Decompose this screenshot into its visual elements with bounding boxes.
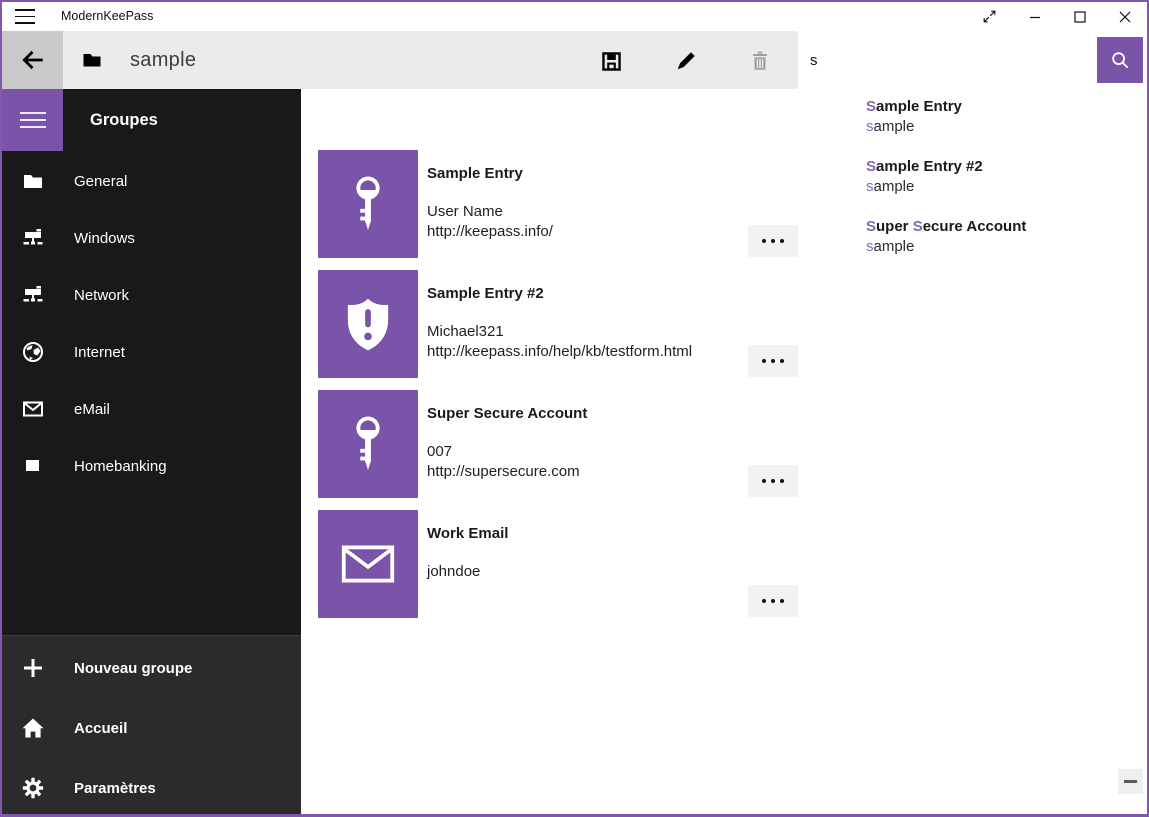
entry-title: Sample Entry #2 bbox=[427, 284, 544, 304]
gear-icon bbox=[22, 777, 44, 799]
nav-hamburger-button[interactable] bbox=[2, 89, 63, 151]
plus-icon bbox=[22, 657, 44, 679]
entry-url: http://keepass.info/help/kb/testform.htm… bbox=[427, 342, 692, 362]
entry-username: 007 bbox=[427, 442, 580, 462]
mail-icon bbox=[341, 545, 395, 583]
suggestion-item[interactable]: Sample Entry #2 sample bbox=[866, 157, 1138, 197]
sidebar-item-email[interactable]: eMail bbox=[2, 389, 301, 429]
ellipsis-icon bbox=[762, 239, 766, 243]
home-icon bbox=[22, 717, 44, 739]
window-controls bbox=[967, 2, 1147, 31]
sidebar-item-windows[interactable]: Windows bbox=[2, 218, 301, 258]
entry-tile bbox=[318, 510, 418, 618]
entry-username: User Name bbox=[427, 202, 553, 222]
entry-url: http://keepass.info/ bbox=[427, 222, 553, 242]
edit-button[interactable] bbox=[673, 48, 699, 74]
sidebar-item-home[interactable]: Accueil bbox=[2, 708, 301, 748]
database-title: sample bbox=[130, 31, 196, 89]
delete-button[interactable] bbox=[747, 48, 773, 74]
sidebar-footer: Nouveau groupe Accueil Paramètres bbox=[2, 635, 301, 814]
app-bar: sample bbox=[2, 31, 798, 89]
minimize-icon bbox=[1029, 11, 1041, 23]
entry-row[interactable]: Work Email johndoe bbox=[318, 510, 798, 618]
fullscreen-icon bbox=[981, 8, 998, 25]
save-button[interactable] bbox=[598, 48, 624, 74]
entry-row[interactable]: Sample Entry User Name http://keepass.in… bbox=[318, 150, 798, 258]
mail-icon bbox=[22, 398, 44, 420]
search-input[interactable] bbox=[798, 37, 1097, 83]
search-suggestions: Sample Entry sample Sample Entry #2 samp… bbox=[866, 97, 1138, 277]
app-title: ModernKeePass bbox=[61, 2, 153, 31]
network-computer-icon bbox=[22, 227, 44, 249]
sidebar-item-homebanking[interactable]: Homebanking bbox=[2, 446, 301, 486]
entry-title: Super Secure Account bbox=[427, 404, 587, 424]
title-bar: ModernKeePass bbox=[2, 2, 1147, 31]
minimize-button[interactable] bbox=[1012, 2, 1057, 31]
ellipsis-icon bbox=[762, 599, 766, 603]
network-computer-icon bbox=[22, 284, 44, 306]
app-window: ModernKeePass sample bbox=[0, 0, 1149, 817]
entry-tile bbox=[318, 390, 418, 498]
key-icon bbox=[348, 415, 388, 473]
entry-more-button[interactable] bbox=[748, 345, 798, 377]
entry-tile bbox=[318, 270, 418, 378]
entry-username: Michael321 bbox=[427, 322, 692, 342]
zoom-out-button[interactable] bbox=[1118, 769, 1143, 794]
sidebar-item-general[interactable]: General bbox=[2, 161, 301, 201]
hamburger-icon bbox=[20, 112, 46, 129]
maximize-button[interactable] bbox=[1057, 2, 1102, 31]
sidebar-item-network[interactable]: Network bbox=[2, 275, 301, 315]
trash-icon bbox=[749, 50, 771, 72]
search-button[interactable] bbox=[1097, 37, 1143, 83]
database-folder-icon bbox=[82, 52, 102, 73]
square-icon bbox=[22, 455, 44, 477]
key-icon bbox=[348, 175, 388, 233]
suggestion-item[interactable]: Super Secure Account sample bbox=[866, 217, 1138, 257]
entry-username: johndoe bbox=[427, 562, 480, 582]
minus-icon bbox=[1124, 780, 1137, 783]
shield-exclamation-icon bbox=[345, 297, 391, 351]
suggestion-item[interactable]: Sample Entry sample bbox=[866, 97, 1138, 137]
entry-more-button[interactable] bbox=[748, 585, 798, 617]
back-arrow-icon bbox=[20, 47, 46, 73]
sidebar-item-internet[interactable]: Internet bbox=[2, 332, 301, 372]
back-button[interactable] bbox=[2, 31, 63, 89]
save-icon bbox=[600, 50, 623, 73]
entry-more-button[interactable] bbox=[748, 465, 798, 497]
entry-more-button[interactable] bbox=[748, 225, 798, 257]
sidebar-item-settings[interactable]: Paramètres bbox=[2, 768, 301, 808]
entry-url: http://supersecure.com bbox=[427, 462, 580, 482]
fullscreen-button[interactable] bbox=[967, 2, 1012, 31]
sidebar-item-new-group[interactable]: Nouveau groupe bbox=[2, 648, 301, 688]
close-button[interactable] bbox=[1102, 2, 1147, 31]
maximize-icon bbox=[1074, 11, 1086, 23]
globe-icon bbox=[22, 341, 44, 363]
entry-tile bbox=[318, 150, 418, 258]
sidebar: Groupes General Windows Network Internet… bbox=[2, 89, 301, 814]
folder-icon bbox=[22, 170, 44, 192]
entry-title: Work Email bbox=[427, 524, 508, 544]
entry-row[interactable]: Super Secure Account 007 http://supersec… bbox=[318, 390, 798, 498]
close-icon bbox=[1119, 11, 1131, 23]
ellipsis-icon bbox=[762, 359, 766, 363]
search-panel bbox=[798, 31, 1147, 89]
search-icon bbox=[1110, 50, 1130, 70]
entry-title: Sample Entry bbox=[427, 164, 523, 184]
entry-row[interactable]: Sample Entry #2 Michael321 http://keepas… bbox=[318, 270, 798, 378]
titlebar-hamburger-icon[interactable] bbox=[15, 9, 35, 24]
groups-header: Groupes bbox=[90, 89, 158, 151]
ellipsis-icon bbox=[762, 479, 766, 483]
edit-pencil-icon bbox=[675, 50, 697, 72]
